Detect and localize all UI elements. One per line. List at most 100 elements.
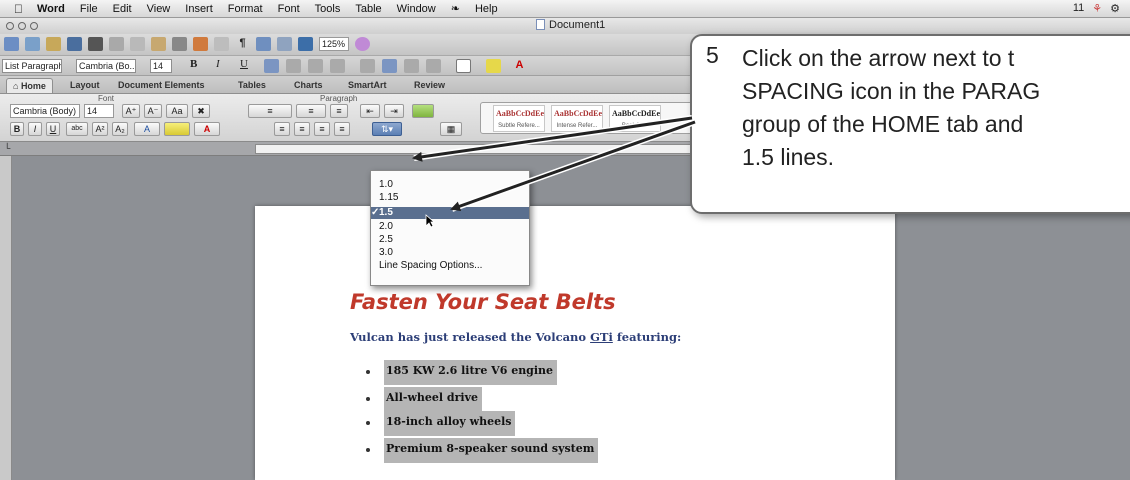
underline-button[interactable]: U xyxy=(240,58,248,70)
justify-icon[interactable] xyxy=(330,59,345,73)
numbering-icon[interactable] xyxy=(382,59,397,73)
help-icon[interactable] xyxy=(355,37,370,51)
highlight-icon[interactable] xyxy=(486,59,501,73)
tab-home[interactable]: ⌂ Home xyxy=(6,78,53,93)
quick-style-book-title[interactable]: AaBbCcDdEe Book Title xyxy=(609,105,661,132)
menu-file[interactable]: File xyxy=(80,3,98,15)
copy-icon[interactable] xyxy=(130,37,145,51)
open-icon[interactable] xyxy=(46,37,61,51)
size-select[interactable]: 14 xyxy=(150,59,172,73)
bold-button[interactable]: B xyxy=(190,58,197,70)
line-spacing-1-5[interactable]: ✓1.5 xyxy=(371,207,529,219)
tab-document-elements[interactable]: Document Elements xyxy=(112,78,211,93)
menu-tools[interactable]: Tools xyxy=(315,3,341,15)
borders-icon[interactable] xyxy=(456,59,471,73)
zoom-select[interactable]: 125% xyxy=(319,37,349,51)
ribbon-columns-button[interactable] xyxy=(412,104,434,118)
ribbon-align-left-button[interactable]: ≡ xyxy=(274,122,290,136)
gear-icon[interactable]: ⚙ xyxy=(1110,2,1120,15)
sidebar-icon[interactable] xyxy=(256,37,271,51)
menu-font[interactable]: Font xyxy=(278,3,300,15)
new-document-icon[interactable] xyxy=(4,37,19,51)
menu-view[interactable]: View xyxy=(147,3,171,15)
line-spacing-options[interactable]: Line Spacing Options... xyxy=(371,260,529,272)
tab-tables[interactable]: Tables xyxy=(232,78,272,93)
status-count[interactable]: 11 xyxy=(1073,2,1084,15)
line-spacing-2-5[interactable]: 2.5 xyxy=(371,234,529,246)
menu-word[interactable]: Word xyxy=(37,3,65,15)
horizontal-ruler[interactable] xyxy=(255,144,695,154)
close-window-button[interactable] xyxy=(6,22,14,30)
quick-style-intense-reference[interactable]: AaBbCcDdEe Intense Refer... xyxy=(551,105,603,132)
strikethrough-button[interactable]: abc xyxy=(66,122,88,136)
style-select[interactable]: List Paragraph xyxy=(2,59,62,73)
document-heading[interactable]: Fasten Your Seat Belts xyxy=(350,290,616,314)
decrease-indent-icon[interactable] xyxy=(404,59,419,73)
ribbon-highlight-button[interactable] xyxy=(164,122,190,136)
format-painter-icon[interactable] xyxy=(172,37,187,51)
ribbon-font-color-button[interactable]: A xyxy=(194,122,220,136)
change-case-button[interactable]: Aa xyxy=(166,104,188,118)
align-right-icon[interactable] xyxy=(308,59,323,73)
menu-edit[interactable]: Edit xyxy=(113,3,132,15)
text-effects-button[interactable]: A xyxy=(134,122,160,136)
zoom-window-button[interactable] xyxy=(30,22,38,30)
grow-font-button[interactable]: A⁺ xyxy=(122,104,140,118)
apple-icon[interactable]:  xyxy=(14,2,23,16)
redo-icon[interactable] xyxy=(214,37,229,51)
flower-icon[interactable]: ⚘ xyxy=(1092,2,1102,15)
bullets-icon[interactable] xyxy=(360,59,375,73)
ribbon-align-right-button[interactable]: ≡ xyxy=(314,122,330,136)
ribbon-decrease-indent-button[interactable]: ⇤ xyxy=(360,104,380,118)
save-icon[interactable] xyxy=(67,37,82,51)
cut-icon[interactable] xyxy=(109,37,124,51)
undo-icon[interactable] xyxy=(193,37,208,51)
ribbon-italic-button[interactable]: I xyxy=(28,122,42,136)
subscript-button[interactable]: A₂ xyxy=(112,122,128,136)
menu-table[interactable]: Table xyxy=(355,3,381,15)
quick-styles-gallery[interactable]: AaBbCcDdEe Subtle Refere... AaBbCcDdEe I… xyxy=(480,102,710,134)
line-spacing-1-0[interactable]: 1.0 xyxy=(371,179,529,191)
minimize-window-button[interactable] xyxy=(18,22,26,30)
quick-style-subtle-reference[interactable]: AaBbCcDdEe Subtle Refere... xyxy=(493,105,545,132)
line-spacing-dropdown-button[interactable]: ⇅▾ xyxy=(372,122,402,136)
align-center-icon[interactable] xyxy=(286,59,301,73)
line-spacing-2-0[interactable]: 2.0 xyxy=(371,221,529,233)
align-left-icon[interactable] xyxy=(264,59,279,73)
ribbon-bullets-button[interactable]: ≡ xyxy=(248,104,292,118)
tab-charts[interactable]: Charts xyxy=(288,78,329,93)
document-subheading[interactable]: Vulcan has just released the Volcano GTi… xyxy=(350,330,681,344)
font-color-icon[interactable]: A xyxy=(512,59,527,73)
menu-window[interactable]: Window xyxy=(397,3,436,15)
shrink-font-button[interactable]: A⁻ xyxy=(144,104,162,118)
ribbon-shading-button[interactable]: ▦ xyxy=(440,122,462,136)
paste-icon[interactable] xyxy=(151,37,166,51)
ribbon-underline-button[interactable]: U xyxy=(46,122,60,136)
ribbon-justify-button[interactable]: ≡ xyxy=(334,122,350,136)
ribbon-multilevel-button[interactable]: ≡ xyxy=(330,104,348,118)
font-select[interactable]: Cambria (Bo... xyxy=(76,59,136,73)
ribbon-align-center-button[interactable]: ≡ xyxy=(294,122,310,136)
superscript-button[interactable]: A² xyxy=(92,122,108,136)
script-menu-icon[interactable]: ❧ xyxy=(451,2,460,15)
tab-review[interactable]: Review xyxy=(408,78,451,93)
increase-indent-icon[interactable] xyxy=(426,59,441,73)
ribbon-increase-indent-button[interactable]: ⇥ xyxy=(384,104,404,118)
ribbon-numbering-button[interactable]: ≡ xyxy=(296,104,326,118)
italic-button[interactable]: I xyxy=(216,58,220,70)
line-spacing-3-0[interactable]: 3.0 xyxy=(371,247,529,259)
menu-insert[interactable]: Insert xyxy=(185,3,213,15)
gallery-icon[interactable] xyxy=(277,37,292,51)
ribbon-font-name[interactable]: Cambria (Body) xyxy=(10,104,80,118)
pilcrow-icon[interactable]: ¶ xyxy=(235,37,250,51)
clear-formatting-button[interactable]: ✖ xyxy=(192,104,210,118)
tab-layout[interactable]: Layout xyxy=(64,78,106,93)
templates-icon[interactable] xyxy=(25,37,40,51)
toolbox-icon[interactable] xyxy=(298,37,313,51)
print-icon[interactable] xyxy=(88,37,103,51)
menu-help[interactable]: Help xyxy=(475,3,498,15)
menu-format[interactable]: Format xyxy=(228,3,263,15)
ribbon-font-size[interactable]: 14 xyxy=(84,104,114,118)
ribbon-bold-button[interactable]: B xyxy=(10,122,24,136)
ruler-tab-selector[interactable]: └ xyxy=(4,143,10,153)
